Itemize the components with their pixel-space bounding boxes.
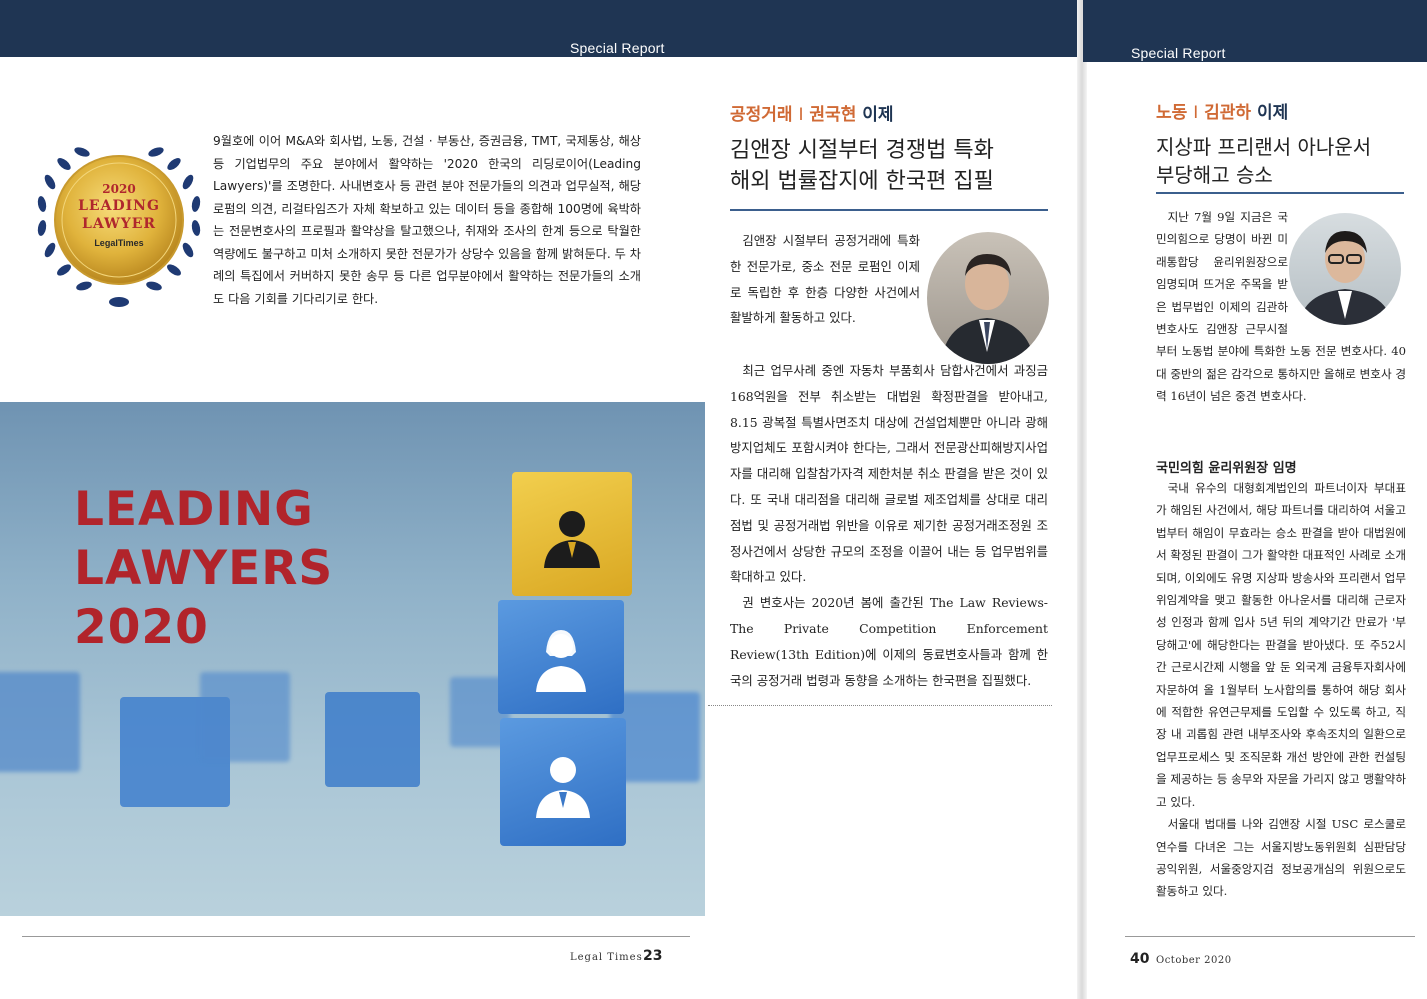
headline-line-3: 2020 [74,600,209,655]
title-line-2: 부당해고 승소 [1156,163,1273,187]
article-body-continued: 최근 업무사례 중엔 자동차 부품회사 담합사건에서 과징금 168억원을 전부… [730,358,1048,693]
footer-rule [1125,936,1415,937]
cover-photo: LEADING LAWYERS 2020 [0,402,705,916]
kicker-name: 권국현 [809,105,857,125]
kicker-separator: I [1193,103,1199,123]
headline-line-1: LEADING [74,482,314,537]
background-cube [0,672,80,772]
title-line-1: 지상파 프리랜서 아나운서 [1156,135,1372,159]
page-gutter [1077,0,1087,999]
intro-paragraph: 9월호에 이어 M&A와 회사법, 노동, 건설 · 부동산, 증권금융, TM… [213,134,641,306]
kicker-field: 공정거래 [730,105,793,125]
body-paragraph-3: 권 변호사는 2020년 봄에 출간된 The Law Reviews-The … [730,595,1048,688]
article-kicker: 노동 I 김관하 이제 [1156,98,1404,123]
woman-icon [536,630,586,692]
title-line-2: 해외 법률잡지에 한국편 집필 [730,169,994,194]
business-person-icon [544,511,600,568]
background-cube [325,692,420,787]
blue-cube [500,718,626,846]
section-label: Special Report [570,40,665,56]
portrait-spacer [1288,206,1406,330]
gold-cube [512,472,632,596]
kicker-name: 김관하 [1204,103,1252,123]
title-line-1: 김앤장 시절부터 경쟁법 특화 [730,138,994,163]
headline-line-2: LAWYERS [74,541,334,596]
badge-line2: LAWYER [81,216,157,232]
title-rule [730,209,1048,211]
article-kwon: 공정거래 I 권국현 이제 김앤장 시절부터 경쟁법 특화 해외 법률잡지에 한… [730,100,1048,197]
header-band [705,0,1083,57]
article-body: 김앤장 시절부터 공정거래에 특화한 전문가로, 중소 전문 로펌인 이제로 독… [730,228,1048,331]
footer-rule [22,936,690,937]
body-paragraph-3: 서울대 법대를 나와 김앤장 시절 USC 로스쿨로 연수를 다녀온 그는 서울… [1156,817,1406,899]
article-end-rule [708,705,1052,706]
badge-brand: LegalTimes [94,238,144,248]
body-paragraph-2: 국내 유수의 대형회계법인의 파트너이자 부대표가 해임된 사건에서, 해당 파… [1156,481,1406,809]
kicker-firm: 이제 [1256,103,1289,123]
leading-lawyer-badge: 2020 LEADING LAWYER LegalTimes [28,132,210,312]
right-page: Special Report 공정거래 I 권국현 이제 김앤장 시절부터 경쟁… [705,0,1427,999]
footer-date: October 2020 [1156,955,1232,966]
article-title: 지상파 프리랜서 아나운서 부당해고 승소 [1156,133,1404,189]
body-paragraph-2: 최근 업무사례 중엔 자동차 부품회사 담합사건에서 과징금 168억원을 전부… [730,363,1048,585]
cover-headline: LEADING LAWYERS 2020 [74,480,333,657]
article-kicker: 공정거래 I 권국현 이제 [730,100,1048,125]
article-title: 김앤장 시절부터 경쟁법 특화 해외 법률잡지에 한국편 집필 [730,135,1048,197]
article-body: 지난 7월 9일 지금은 국민의힘으로 당명이 바뀐 미래통합당 윤리위원장으로… [1156,206,1406,408]
blue-cube [498,600,624,714]
kicker-field: 노동 [1156,103,1188,123]
background-cube [200,672,290,762]
body-paragraph-1: 지난 7월 9일 지금은 국민의힘으로 당명이 바뀐 미래통합당 윤리위원장으로… [1156,206,1406,408]
left-page: Special Report 2020 LEADING LAWYER Legal… [0,0,705,999]
article-body-continued: 국내 유수의 대형회계법인의 파트너이자 부대표가 해임된 사건에서, 해당 파… [1156,477,1406,903]
page-number: 23 [643,948,663,964]
article-kim: 노동 I 김관하 이제 지상파 프리랜서 아나운서 부당해고 승소 [1156,98,1404,189]
page-number: 40 [1130,951,1150,967]
title-rule [1156,192,1404,194]
article-subhead: 국민의힘 윤리위원장 임명 [1156,461,1297,476]
kicker-firm: 이제 [862,105,894,125]
body-paragraph-1: 김앤장 시절부터 공정거래에 특화한 전문가로, 중소 전문 로펌인 이제로 독… [730,233,920,326]
kicker-separator: I [798,105,804,125]
man-icon [536,757,590,818]
section-label: Special Report [1131,45,1226,61]
footer-brand: Legal Times [570,952,643,963]
badge-year: 2020 [102,182,136,196]
badge-line1: LEADING [78,198,160,214]
